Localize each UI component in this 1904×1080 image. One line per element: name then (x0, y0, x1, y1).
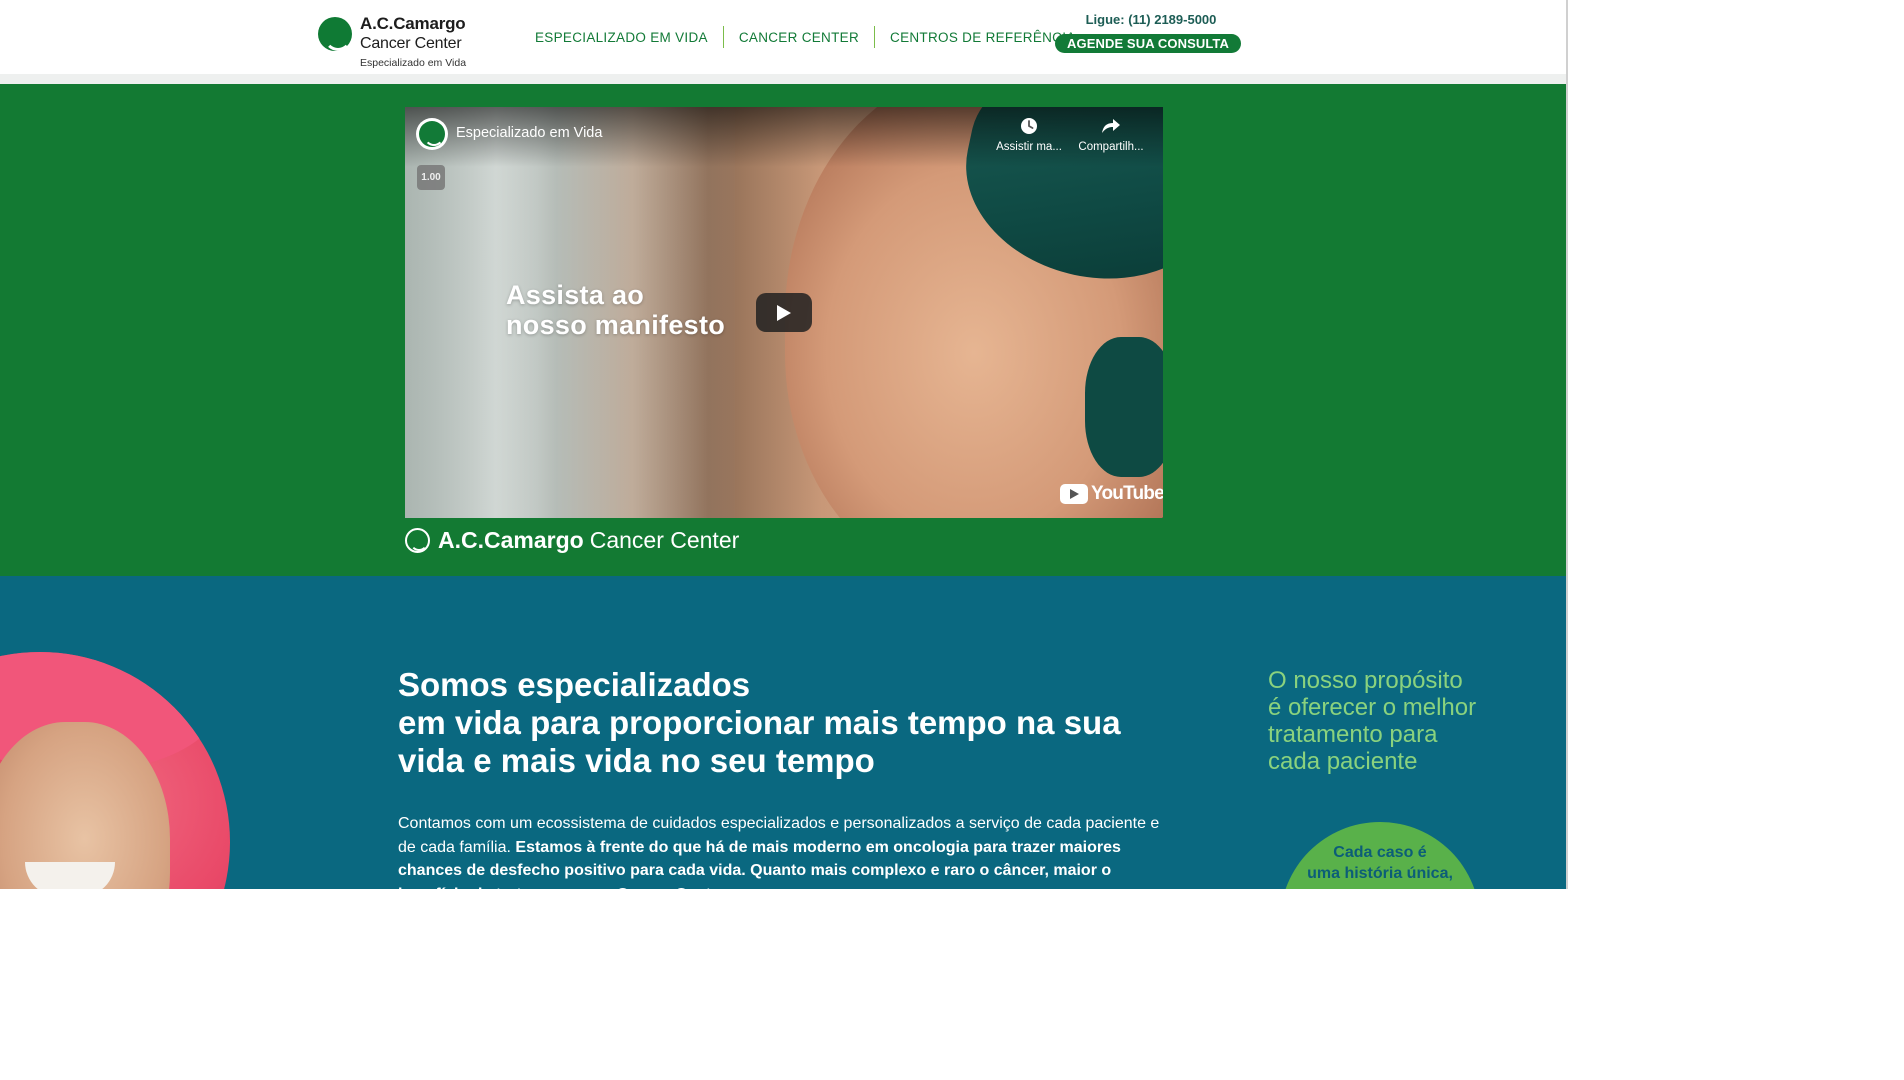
patient-portrait-image (0, 652, 230, 889)
smile-logo-icon (405, 528, 430, 553)
page-scrollbar[interactable] (1566, 0, 1568, 889)
nav-cancer-center[interactable]: CANCER CENTER (724, 30, 874, 45)
youtube-logo[interactable]: YouTube (1060, 483, 1163, 505)
brand-caption-bold: A.C.Camargo (438, 527, 584, 553)
intro-section: Somos especializados em vida para propor… (0, 576, 1566, 889)
purpose-line-1: O nosso propósito (1268, 667, 1463, 694)
youtube-play-icon (1060, 484, 1088, 504)
headline-line-1: Somos especializados (398, 666, 751, 703)
logo-subname: Cancer Center (360, 35, 462, 52)
main-nav: ESPECIALIZADO EM VIDA CANCER CENTER CENT… (520, 26, 1091, 48)
smile-logo-icon (318, 17, 352, 51)
logo-name: A.C.Camargo (360, 14, 466, 33)
case-line-2: uma história única, (1307, 865, 1453, 882)
youtube-video-player[interactable]: Especializado em Vida 1.00 Assistir ma..… (405, 107, 1163, 518)
logo-tagline: Especializado em Vida (360, 57, 467, 69)
headline-line-2: em vida para proporcionar mais tempo na … (398, 704, 1121, 741)
play-icon (777, 305, 791, 321)
youtube-wordmark: YouTube (1091, 483, 1163, 504)
video-overlay-text: Assista ao nosso manifesto (506, 280, 725, 340)
site-header: A.C.Camargo Cancer Center Especializado … (0, 0, 1568, 75)
clock-icon (1021, 118, 1037, 134)
portrait-smile (25, 862, 115, 889)
purpose-statement: O nosso propósito é oferecer o melhor tr… (1268, 667, 1508, 775)
headline-line-3: vida e mais vida no seu tempo (398, 742, 875, 779)
smile-logo-icon (419, 121, 445, 147)
share-label: Compartilh... (1078, 141, 1144, 153)
play-button[interactable] (756, 293, 812, 332)
nav-especializado-em-vida[interactable]: ESPECIALIZADO EM VIDA (520, 30, 723, 45)
schedule-appointment-button[interactable]: AGENDE SUA CONSULTA (1055, 34, 1241, 53)
phone-link[interactable]: Ligue: (11) 2189-5000 (1055, 12, 1243, 27)
site-logo[interactable]: A.C.Camargo Cancer Center Especializado … (318, 14, 478, 72)
overlay-line-1: Assista ao (506, 280, 645, 310)
video-section: Especializado em Vida 1.00 Assistir ma..… (0, 84, 1566, 576)
channel-avatar[interactable] (416, 118, 448, 150)
video-title[interactable]: Especializado em Vida (456, 125, 602, 141)
purpose-line-4: cada paciente (1268, 748, 1418, 775)
playback-speed-badge: 1.00 (417, 165, 445, 190)
header-divider (0, 74, 1568, 84)
overlay-line-2: nosso manifesto (506, 310, 726, 340)
purpose-line-3: tratamento para (1268, 721, 1438, 748)
case-line-1: Cada caso é (1333, 844, 1427, 861)
intro-paragraph: Contamos com um ecossistema de cuidados … (398, 812, 1163, 889)
share-button[interactable]: Compartilh... (1071, 116, 1151, 153)
intro-headline: Somos especializados em vida para propor… (398, 666, 1178, 780)
case-bubble-text: Cada caso é uma história única, (1290, 842, 1470, 884)
watch-later-button[interactable]: Assistir ma... (989, 116, 1069, 153)
purpose-line-2: é oferecer o melhor (1268, 694, 1477, 721)
contact-block: Ligue: (11) 2189-5000 AGENDE SUA CONSULT… (1055, 12, 1243, 53)
share-arrow-icon (1102, 119, 1120, 133)
watch-later-label: Assistir ma... (996, 141, 1062, 153)
brand-caption: A.C.Camargo Cancer Center (405, 527, 739, 554)
video-still-scarf-knot (1085, 337, 1163, 477)
brand-caption-regular: Cancer Center (589, 527, 740, 553)
